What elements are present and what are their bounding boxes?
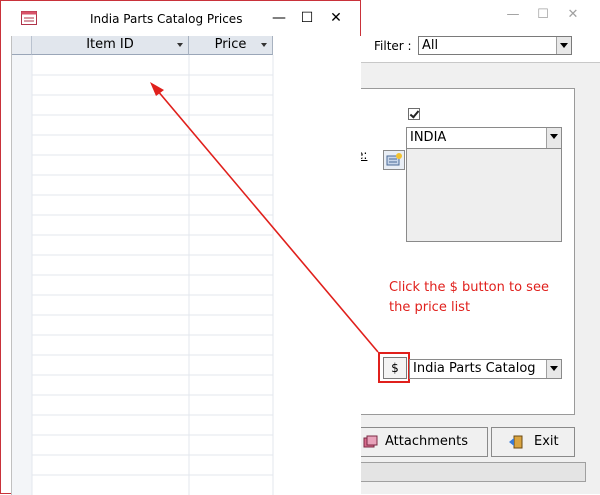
catalog-select[interactable]: India Parts Catalog <box>409 359 562 379</box>
column-header-label: Price <box>214 37 247 52</box>
country-listbox[interactable]: INDIA <box>406 127 562 242</box>
record-selector-column <box>12 55 32 495</box>
column-header-price[interactable]: Price <box>189 36 273 55</box>
chevron-down-icon[interactable] <box>546 128 561 148</box>
close-icon[interactable]: ✕ <box>560 5 586 25</box>
sort-filter-icon[interactable] <box>261 43 267 47</box>
close-icon[interactable]: ✕ <box>324 7 348 29</box>
filter-label: Filter : <box>374 39 412 53</box>
maximize-icon[interactable]: ☐ <box>530 5 556 25</box>
filter-select[interactable]: All <box>418 36 572 55</box>
country-value: INDIA <box>410 130 447 145</box>
country-select[interactable]: INDIA <box>407 128 561 149</box>
price-list-popup: India Parts Catalog Prices — ☐ ✕ Item ID… <box>0 0 361 495</box>
minimize-icon[interactable]: — <box>500 5 526 25</box>
minimize-icon[interactable]: — <box>267 7 291 29</box>
exit-button[interactable]: Exit <box>491 427 575 457</box>
instruction-line-2: the price list <box>389 300 471 315</box>
attachments-icon <box>363 435 378 448</box>
datasheet-icon <box>21 11 37 25</box>
filter-value: All <box>422 38 439 53</box>
chevron-down-icon[interactable] <box>546 360 561 378</box>
catalog-value: India Parts Catalog <box>413 361 536 376</box>
instruction-line-1: Click the $ button to see <box>389 280 549 295</box>
exit-door-icon <box>509 435 523 449</box>
popup-title: India Parts Catalog Prices <box>90 12 243 26</box>
price-button-highlight <box>378 352 410 383</box>
popup-titlebar: India Parts Catalog Prices — ☐ ✕ <box>1 1 360 34</box>
select-all-corner[interactable] <box>12 36 32 55</box>
empty-row-gridlines <box>12 55 274 495</box>
attachments-button[interactable]: Attachments (0) <box>356 427 488 477</box>
country-checkbox[interactable] <box>408 108 420 120</box>
sort-filter-icon[interactable] <box>177 43 183 47</box>
datasheet-header: Item ID Price <box>12 36 361 55</box>
exit-label: Exit <box>534 434 559 449</box>
price-datasheet[interactable]: Item ID Price <box>11 36 361 495</box>
column-header-item-id[interactable]: Item ID <box>32 36 189 55</box>
maximize-icon[interactable]: ☐ <box>295 7 319 29</box>
edit-list-button[interactable] <box>383 150 405 170</box>
edit-list-icon <box>386 153 402 166</box>
chevron-down-icon[interactable] <box>556 37 571 54</box>
column-header-label: Item ID <box>86 37 134 52</box>
instruction-annotation: Click the $ button to see the price list <box>389 278 549 318</box>
